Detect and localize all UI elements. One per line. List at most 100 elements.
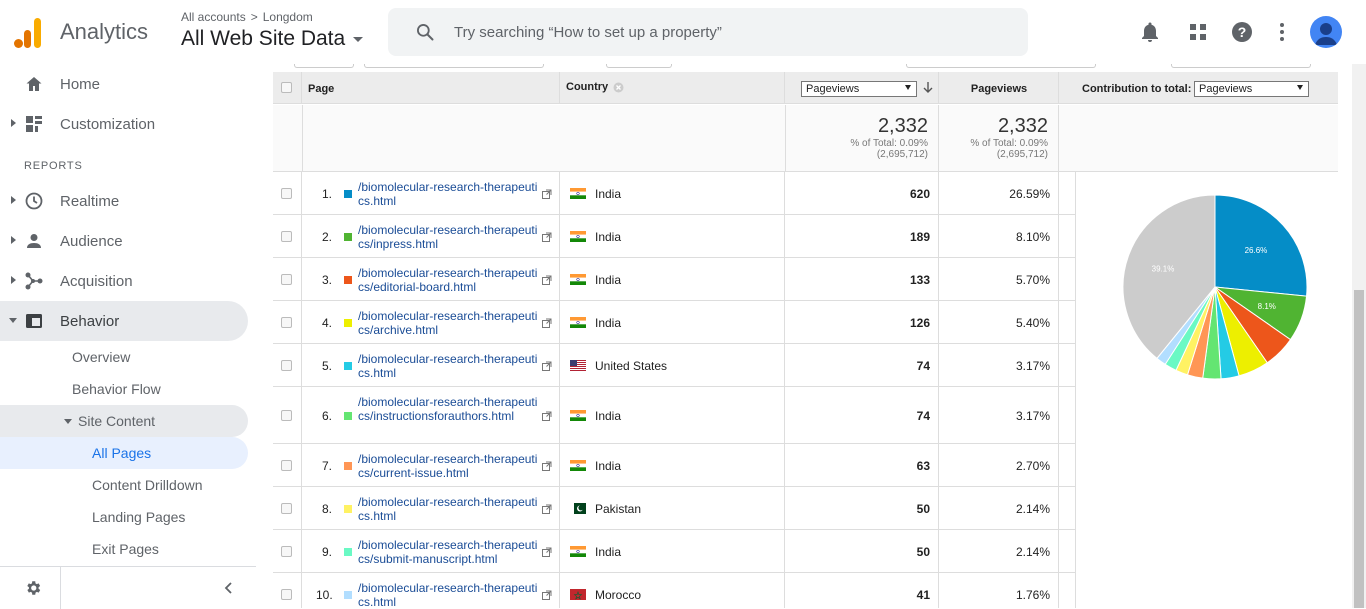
column-page[interactable]: Page: [302, 72, 560, 104]
sort-desc-icon[interactable]: [923, 82, 933, 94]
page-link[interactable]: /biomolecular-research-therapeutics.html: [358, 352, 542, 380]
table-row[interactable]: 4. /biomolecular-research-therapeutics/ar…: [273, 301, 1075, 344]
page-link[interactable]: /biomolecular-research-therapeutics/edit…: [358, 266, 542, 294]
row-checkbox[interactable]: [281, 316, 292, 328]
country-name[interactable]: India: [595, 409, 621, 423]
sidebar-item-behavior[interactable]: Behavior: [0, 301, 248, 341]
chevron-down-icon[interactable]: [9, 318, 17, 323]
country-name[interactable]: Morocco: [595, 588, 641, 602]
caret-down-icon[interactable]: [353, 36, 364, 42]
table-row[interactable]: 6. /biomolecular-research-therapeutics/in…: [273, 387, 1075, 444]
sidebar-item-content-drilldown[interactable]: Content Drilldown: [0, 469, 248, 501]
remove-dimension-icon[interactable]: [613, 82, 624, 93]
sidebar-item-realtime[interactable]: Realtime: [0, 181, 248, 221]
sidebar-item-customization[interactable]: Customization: [0, 104, 248, 144]
search-input[interactable]: [454, 20, 994, 44]
notifications-bell-icon[interactable]: [1138, 20, 1162, 44]
open-external-icon[interactable]: [542, 504, 552, 514]
search-icon[interactable]: [415, 22, 435, 42]
metric-dropdown[interactable]: Pageviews: [801, 81, 917, 97]
property-name[interactable]: All Web Site Data: [181, 27, 345, 50]
search-bar[interactable]: [388, 8, 1028, 56]
table-row[interactable]: 8. /biomolecular-research-therapeutics.ht…: [273, 487, 1075, 530]
toolbar-control[interactable]: [606, 64, 672, 68]
sidebar-item-exit-pages[interactable]: Exit Pages: [0, 533, 248, 565]
chevron-right-icon[interactable]: [11, 119, 16, 127]
page-link[interactable]: /biomolecular-research-therapeutics.html: [358, 495, 542, 523]
row-checkbox[interactable]: [281, 273, 292, 285]
select-all-checkbox[interactable]: [281, 82, 292, 93]
country-name[interactable]: India: [595, 316, 621, 330]
table-row[interactable]: 10. /biomolecular-research-therapeutics.h…: [273, 573, 1075, 608]
country-name[interactable]: India: [595, 273, 621, 287]
sidebar-item-home[interactable]: Home: [0, 64, 248, 104]
sidebar-item-site-content[interactable]: Site Content: [0, 405, 248, 437]
row-checkbox[interactable]: [281, 545, 292, 557]
open-external-icon[interactable]: [542, 361, 552, 371]
open-external-icon[interactable]: [542, 411, 552, 421]
chevron-right-icon[interactable]: [11, 236, 16, 244]
table-row[interactable]: 5. /biomolecular-research-therapeutics.ht…: [273, 344, 1075, 387]
open-external-icon[interactable]: [542, 461, 552, 471]
open-external-icon[interactable]: [542, 232, 552, 242]
row-checkbox[interactable]: [281, 187, 292, 199]
open-external-icon[interactable]: [542, 275, 552, 285]
account-avatar[interactable]: [1310, 16, 1342, 48]
table-row[interactable]: 9. /biomolecular-research-therapeutics/su…: [273, 530, 1075, 573]
country-name[interactable]: India: [595, 230, 621, 244]
apps-grid-icon[interactable]: [1186, 20, 1210, 44]
row-checkbox[interactable]: [281, 502, 292, 514]
more-vert-icon[interactable]: [1270, 20, 1294, 44]
table-row[interactable]: 1. /biomolecular-research-therapeutics.ht…: [273, 172, 1075, 215]
row-checkbox[interactable]: [281, 230, 292, 242]
page-link[interactable]: /biomolecular-research-therapeutics/inpr…: [358, 223, 542, 251]
toolbar-control[interactable]: [294, 64, 354, 68]
open-external-icon[interactable]: [542, 189, 552, 199]
chevron-right-icon[interactable]: [11, 196, 16, 204]
country-name[interactable]: India: [595, 187, 621, 201]
row-checkbox[interactable]: [281, 409, 292, 421]
property-selector[interactable]: All Web Site Data: [181, 27, 364, 51]
sidebar-item-acquisition[interactable]: Acquisition: [0, 261, 248, 301]
page-link[interactable]: /biomolecular-research-therapeutics.html: [358, 180, 542, 208]
sidebar-item-audience[interactable]: Audience: [0, 221, 248, 261]
open-external-icon[interactable]: [542, 318, 552, 328]
country-name[interactable]: India: [595, 545, 621, 559]
page-link[interactable]: /biomolecular-research-therapeutics.html: [358, 581, 542, 609]
column-country[interactable]: Country: [560, 72, 785, 104]
page-link[interactable]: /biomolecular-research-therapeutics/curr…: [358, 452, 542, 480]
table-row[interactable]: 3. /biomolecular-research-therapeutics/ed…: [273, 258, 1075, 301]
toolbar-control[interactable]: [364, 64, 544, 68]
open-external-icon[interactable]: [542, 590, 552, 600]
row-checkbox[interactable]: [281, 588, 292, 600]
country-name[interactable]: Pakistan: [595, 502, 641, 516]
toolbar-control[interactable]: [906, 64, 1096, 68]
sidebar-item-overview[interactable]: Overview: [0, 341, 248, 373]
row-checkbox[interactable]: [281, 459, 292, 471]
page-scrollbar[interactable]: [1352, 64, 1366, 608]
page-link[interactable]: /biomolecular-research-therapeutics/inst…: [358, 395, 542, 423]
chevron-right-icon[interactable]: [11, 276, 16, 284]
sidebar-item-all-pages[interactable]: All Pages: [0, 437, 248, 469]
chevron-down-icon[interactable]: [64, 419, 72, 424]
table-row[interactable]: 2. /biomolecular-research-therapeutics/in…: [273, 215, 1075, 258]
sidebar-item-landing-pages[interactable]: Landing Pages: [0, 501, 248, 533]
row-checkbox[interactable]: [281, 359, 292, 371]
page-link[interactable]: /biomolecular-research-therapeutics/subm…: [358, 538, 542, 566]
help-icon[interactable]: ?: [1230, 20, 1254, 44]
open-external-icon[interactable]: [542, 547, 552, 557]
breadcrumb[interactable]: All accounts > Longdom: [181, 10, 313, 24]
country-name[interactable]: India: [595, 459, 621, 473]
scrollbar-thumb[interactable]: [1354, 290, 1364, 608]
sidebar-item-behavior-flow[interactable]: Behavior Flow: [0, 373, 248, 405]
page-link[interactable]: /biomolecular-research-therapeutics/arch…: [358, 309, 542, 337]
breadcrumb-account[interactable]: Longdom: [263, 10, 313, 24]
contribution-dropdown[interactable]: Pageviews: [1194, 81, 1309, 97]
column-pageviews[interactable]: Pageviews: [939, 72, 1059, 104]
analytics-logo[interactable]: [14, 16, 42, 48]
breadcrumb-accounts[interactable]: All accounts: [181, 10, 246, 24]
toolbar-control[interactable]: [1171, 64, 1311, 68]
country-name[interactable]: United States: [595, 359, 667, 373]
gear-icon[interactable]: [24, 579, 42, 597]
table-row[interactable]: 7. /biomolecular-research-therapeutics/cu…: [273, 444, 1075, 487]
